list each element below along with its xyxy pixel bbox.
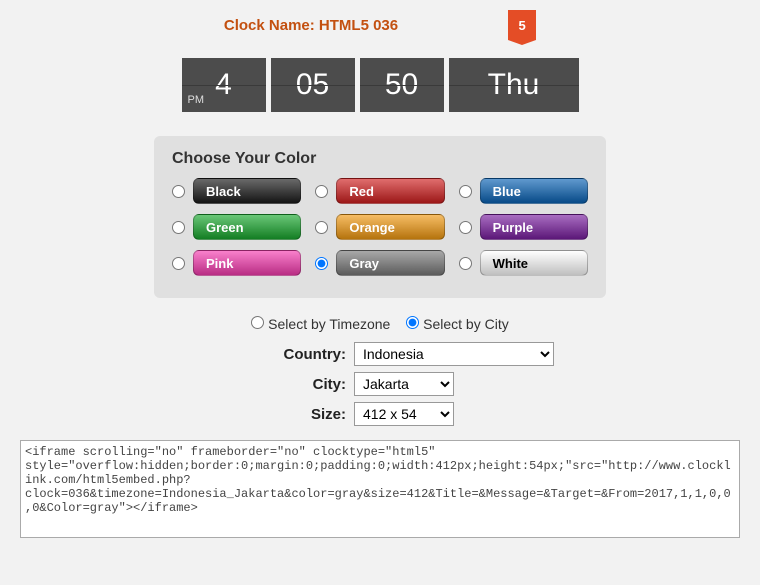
clock-minute-segment: 05 bbox=[271, 58, 355, 112]
country-select[interactable]: Indonesia bbox=[354, 342, 554, 366]
color-option-orange[interactable]: Orange bbox=[315, 214, 444, 240]
color-option-red[interactable]: Red bbox=[315, 178, 444, 204]
select-by-city-radio[interactable] bbox=[406, 316, 419, 329]
html5-badge-label: 5 bbox=[519, 18, 526, 33]
size-select[interactable]: 412 x 54 bbox=[354, 402, 454, 426]
select-by-timezone-radio[interactable] bbox=[251, 316, 264, 329]
color-pill-purple: Purple bbox=[480, 214, 588, 240]
color-radio-red[interactable] bbox=[315, 185, 328, 198]
color-pill-gray: Gray bbox=[336, 250, 444, 276]
clock-hour-segment: PM 4 bbox=[182, 58, 266, 112]
clock-ampm: PM bbox=[188, 94, 205, 106]
color-option-purple[interactable]: Purple bbox=[459, 214, 588, 240]
title-label: Clock Name: bbox=[224, 17, 315, 34]
city-row: City: Jakarta bbox=[140, 372, 620, 396]
color-option-pink[interactable]: Pink bbox=[172, 250, 301, 276]
color-pill-black: Black bbox=[193, 178, 301, 204]
color-panel-heading: Choose Your Color bbox=[172, 150, 588, 168]
color-grid: Black Red Blue Green Orange Purple Pink Gray Whi… bbox=[172, 178, 588, 276]
select-by-city-label: Select by City bbox=[423, 316, 509, 332]
color-radio-blue[interactable] bbox=[459, 185, 472, 198]
color-radio-pink[interactable] bbox=[172, 257, 185, 270]
color-pill-red: Red bbox=[336, 178, 444, 204]
select-by-timezone-label: Select by Timezone bbox=[268, 316, 390, 332]
clock-second: 50 bbox=[385, 68, 418, 102]
color-radio-black[interactable] bbox=[172, 185, 185, 198]
select-mode-row: Select by Timezone Select by City bbox=[0, 316, 760, 332]
color-panel: Choose Your Color Black Red Blue Green Orang… bbox=[154, 136, 606, 298]
color-pill-white: White bbox=[480, 250, 588, 276]
color-radio-gray[interactable] bbox=[315, 257, 328, 270]
clock-display: PM 4 05 50 Thu bbox=[174, 58, 586, 112]
embed-code-textarea[interactable] bbox=[20, 440, 740, 538]
color-option-black[interactable]: Black bbox=[172, 178, 301, 204]
color-option-blue[interactable]: Blue bbox=[459, 178, 588, 204]
title-row: Clock Name: HTML5 036 5 bbox=[0, 0, 760, 40]
country-row: Country: Indonesia bbox=[140, 342, 620, 366]
country-label: Country: bbox=[140, 346, 354, 363]
clock-minute: 05 bbox=[296, 68, 329, 102]
size-row: Size: 412 x 54 bbox=[140, 402, 620, 426]
clock-day-segment: Thu bbox=[449, 58, 579, 112]
city-label: City: bbox=[140, 376, 354, 393]
select-by-timezone-option[interactable]: Select by Timezone bbox=[251, 316, 394, 332]
color-radio-green[interactable] bbox=[172, 221, 185, 234]
color-pill-green: Green bbox=[193, 214, 301, 240]
color-pill-orange: Orange bbox=[336, 214, 444, 240]
select-by-city-option[interactable]: Select by City bbox=[406, 316, 508, 332]
color-radio-purple[interactable] bbox=[459, 221, 472, 234]
clock-day: Thu bbox=[488, 68, 540, 102]
color-option-white[interactable]: White bbox=[459, 250, 588, 276]
size-label: Size: bbox=[140, 406, 354, 423]
clock-second-segment: 50 bbox=[360, 58, 444, 112]
color-option-green[interactable]: Green bbox=[172, 214, 301, 240]
clock-hour: 4 bbox=[215, 68, 232, 102]
color-pill-pink: Pink bbox=[193, 250, 301, 276]
html5-icon: 5 bbox=[508, 10, 536, 40]
form-block: Country: Indonesia City: Jakarta Size: 4… bbox=[140, 342, 620, 426]
color-option-gray[interactable]: Gray bbox=[315, 250, 444, 276]
city-select[interactable]: Jakarta bbox=[354, 372, 454, 396]
page-title: Clock Name: HTML5 036 bbox=[224, 17, 398, 34]
color-radio-orange[interactable] bbox=[315, 221, 328, 234]
color-pill-blue: Blue bbox=[480, 178, 588, 204]
title-name: HTML5 036 bbox=[319, 17, 398, 34]
color-radio-white[interactable] bbox=[459, 257, 472, 270]
